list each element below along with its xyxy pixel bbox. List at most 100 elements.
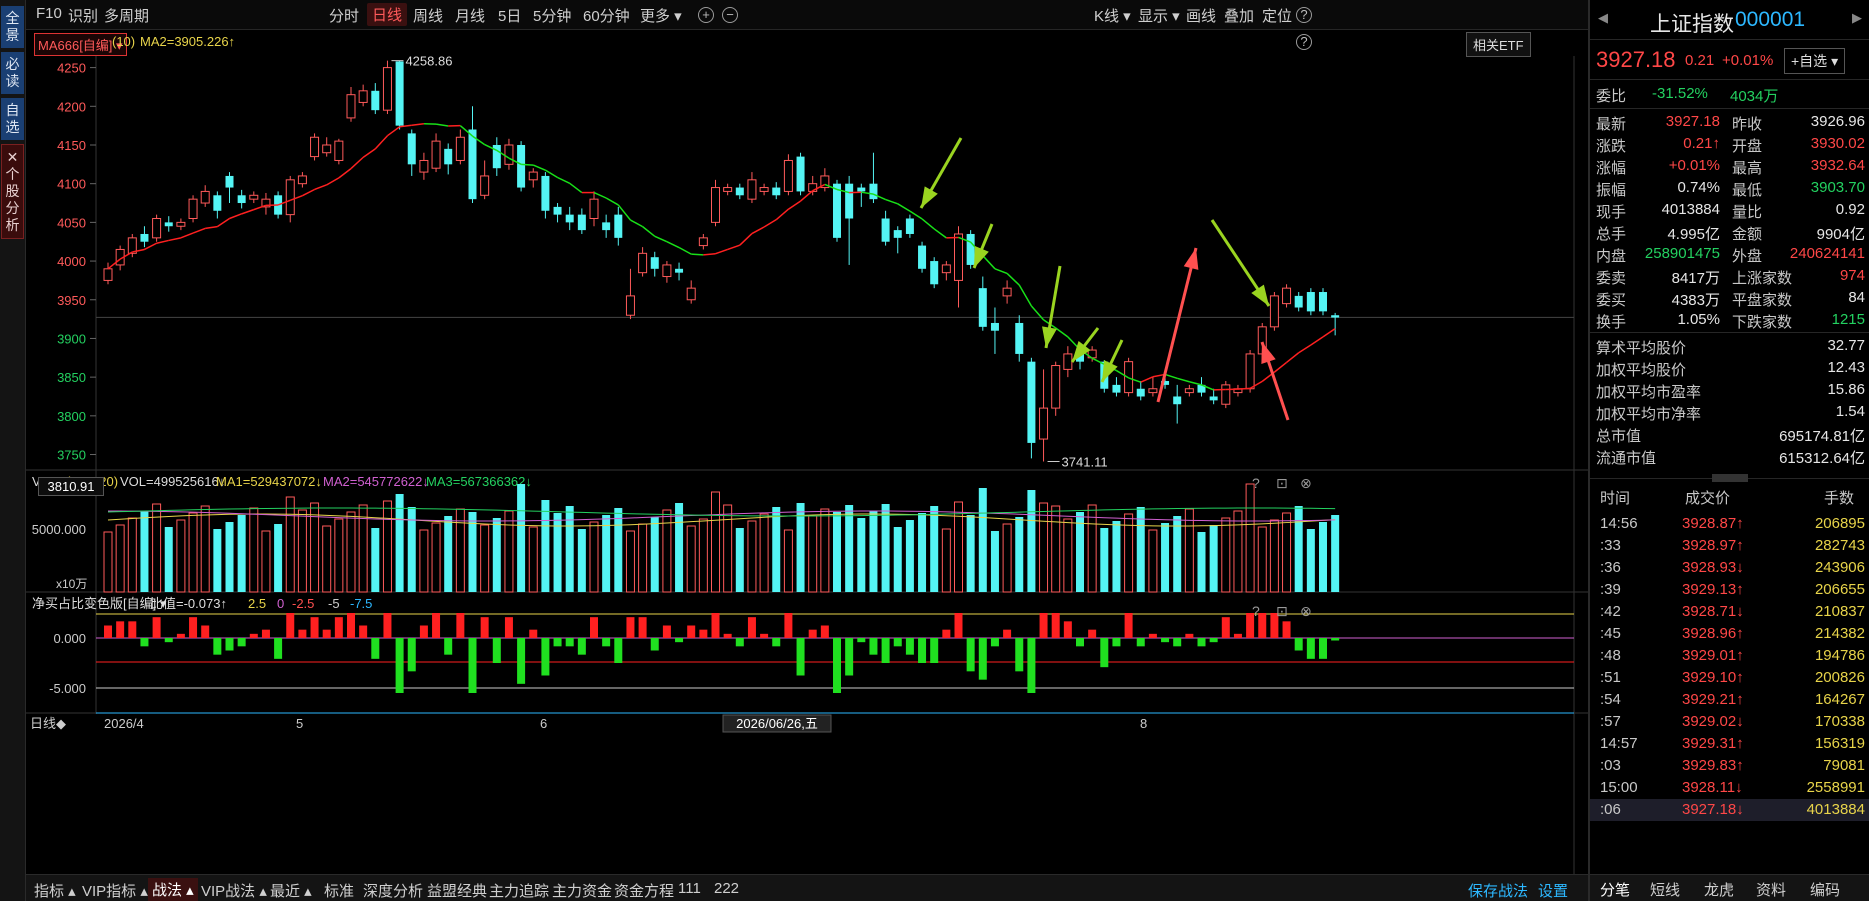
volume-bar — [164, 527, 173, 592]
tab-5day[interactable]: 5日 — [498, 5, 521, 26]
tab-5min[interactable]: 5分钟 — [533, 5, 571, 26]
ma-line-segment — [521, 163, 534, 166]
tick-volume: 200826 — [1814, 669, 1865, 686]
annotation-arrow-head — [921, 186, 938, 208]
tab-dragon-tiger[interactable]: 龙虎 — [1704, 879, 1734, 900]
tab-222[interactable]: 222 — [714, 880, 739, 897]
volume-bar — [978, 488, 987, 592]
netbuy-bar — [626, 617, 635, 638]
candle-body — [285, 179, 295, 216]
tick-price: 3928.93↓ — [1682, 559, 1744, 576]
tab-60min[interactable]: 60分钟 — [583, 5, 630, 26]
help-icon[interactable]: ? — [1296, 7, 1312, 23]
candle-body — [152, 218, 162, 239]
tab-weekly[interactable]: 周线 — [413, 5, 443, 26]
volume-bar — [1100, 528, 1109, 592]
display-dropdown[interactable]: 显示 ▾ — [1138, 5, 1180, 26]
weicha-value: 4034万 — [1730, 88, 1779, 105]
tab-deep-analysis[interactable]: 深度分析 — [363, 880, 423, 901]
tab-standard[interactable]: 标准 — [324, 880, 354, 901]
ma-line-segment — [168, 237, 182, 242]
tab-indicators[interactable]: 指标 ▴ — [34, 880, 76, 901]
tick-row[interactable]: :06 3927.18↓ 4013884 — [1590, 799, 1869, 821]
zoom-out-icon[interactable]: − — [722, 7, 738, 23]
ma2-value: MA2=3905.226↑ — [140, 34, 236, 49]
tab-monthly[interactable]: 月线 — [455, 5, 485, 26]
tab-main-tracking[interactable]: 主力追踪 — [489, 880, 549, 901]
indicator-help-icon[interactable]: ? — [1296, 34, 1312, 50]
tick-row[interactable]: :57 3929.02↓ 170338 — [1590, 711, 1869, 733]
netbuy-bar — [541, 638, 550, 676]
tick-row[interactable]: :03 3929.83↑ 79081 — [1590, 755, 1869, 777]
sidebar-tab-overview[interactable]: 全景 — [1, 6, 24, 48]
more-periods-dropdown[interactable]: 更多 ▾ — [640, 5, 682, 26]
volume-bar — [650, 517, 659, 592]
tick-row[interactable]: :36 3928.93↓ 243906 — [1590, 557, 1869, 579]
tab-daily[interactable]: 日线 — [367, 3, 408, 26]
volume-bar — [541, 500, 550, 592]
tab-ticks[interactable]: 分笔 — [1600, 879, 1630, 901]
volume-bar — [662, 509, 672, 593]
tick-time: :54 — [1600, 691, 1621, 708]
draw-line-button[interactable]: 画线 — [1186, 5, 1216, 26]
chart-area[interactable]: 4250 4200 4150 4100 4050 4000 3950 3900 3850 3800… — [26, 56, 1588, 874]
x-axis-period: 日线◆ — [30, 716, 66, 731]
tick-row[interactable]: :42 3928.71↓ 210837 — [1590, 601, 1869, 623]
overlay-button[interactable]: 叠加 — [1224, 5, 1254, 26]
stat-row: 算术平均股价 32.77 — [1590, 335, 1869, 357]
tick-row[interactable]: :51 3929.10↑ 200826 — [1590, 667, 1869, 689]
f10-button[interactable]: F10 — [36, 5, 62, 22]
sidebar-tab-watchlist[interactable]: 自选 — [1, 98, 24, 140]
tick-row[interactable]: 14:56 3928.87↑ 206895 — [1590, 513, 1869, 535]
save-strategy-button[interactable]: 保存战法 — [1468, 880, 1528, 901]
netbuy-bar — [1063, 621, 1072, 638]
zoom-in-icon[interactable]: + — [698, 7, 714, 23]
tab-yimeng-classic[interactable]: 益盟经典 — [427, 880, 487, 901]
sidebar-tab-stock-analysis[interactable]: ✕ 个股分析 — [1, 144, 24, 239]
tab-code[interactable]: 编码 — [1810, 879, 1840, 900]
candle-body — [577, 214, 586, 231]
sidebar-tab-must-read[interactable]: 必读 — [1, 52, 24, 94]
multi-period-button[interactable]: 多周期 — [104, 5, 149, 26]
field-value: +0.01% — [1668, 157, 1720, 174]
quote-row: 最新 3927.18 昨收 3926.96 — [1590, 111, 1869, 133]
tab-profile[interactable]: 资料 — [1756, 879, 1786, 900]
kline-type-dropdown[interactable]: K线 ▾ — [1094, 5, 1131, 26]
volume-bar — [1197, 532, 1206, 592]
netbuy-y-tick: 0.000 — [53, 631, 86, 646]
next-arrow-icon[interactable]: ▶ — [1852, 10, 1862, 26]
tick-row[interactable]: :48 3929.01↑ 194786 — [1590, 645, 1869, 667]
tick-row[interactable]: :45 3928.96↑ 214382 — [1590, 623, 1869, 645]
tick-row[interactable]: 15:00 3928.11↓ 2558991 — [1590, 777, 1869, 799]
tick-time: :45 — [1600, 625, 1621, 642]
tab-vip-indicators[interactable]: VIP指标 ▴ — [82, 880, 148, 901]
tick-row[interactable]: :33 3928.97↑ 282743 — [1590, 535, 1869, 557]
tick-row[interactable]: :39 3929.13↑ 206655 — [1590, 579, 1869, 601]
ticks-header-price: 成交价 — [1685, 490, 1731, 507]
locate-button[interactable]: 定位 — [1262, 5, 1292, 26]
stat-row: 总市值 695174.81亿 — [1590, 423, 1869, 445]
tab-recent[interactable]: 最近 ▴ — [270, 880, 312, 901]
tab-fund-equation[interactable]: 资金方程 — [614, 880, 674, 901]
recognize-button[interactable]: 识别 — [68, 5, 98, 26]
netbuy-bar — [201, 625, 210, 638]
panel-splitter[interactable] — [1712, 474, 1748, 482]
tab-strategies[interactable]: 战法 ▴ — [148, 878, 198, 901]
quote-header: ◀ 上证指数 000001 ▶ — [1590, 0, 1869, 40]
tab-intraday[interactable]: 分时 — [329, 5, 359, 26]
related-etf-button[interactable]: 相关ETF — [1466, 32, 1531, 57]
tab-vip-strategies[interactable]: VIP战法 ▴ — [201, 880, 267, 901]
tab-111[interactable]: 111 — [678, 880, 701, 897]
ma-line-segment — [921, 218, 935, 230]
settings-button[interactable]: 设置 — [1538, 880, 1568, 901]
candle-body — [517, 144, 526, 188]
tab-short-term[interactable]: 短线 — [1650, 879, 1680, 900]
tab-main-funds[interactable]: 主力资金 — [552, 880, 612, 901]
candle-body — [930, 261, 939, 285]
prev-arrow-icon[interactable]: ◀ — [1598, 10, 1608, 26]
stat-value: 615312.64亿 — [1779, 450, 1865, 467]
volume-bar — [638, 523, 648, 593]
add-watchlist-button[interactable]: +自选 ▾ — [1784, 48, 1846, 74]
tick-row[interactable]: :54 3929.21↑ 164267 — [1590, 689, 1869, 711]
tick-row[interactable]: 14:57 3929.31↑ 156319 — [1590, 733, 1869, 755]
